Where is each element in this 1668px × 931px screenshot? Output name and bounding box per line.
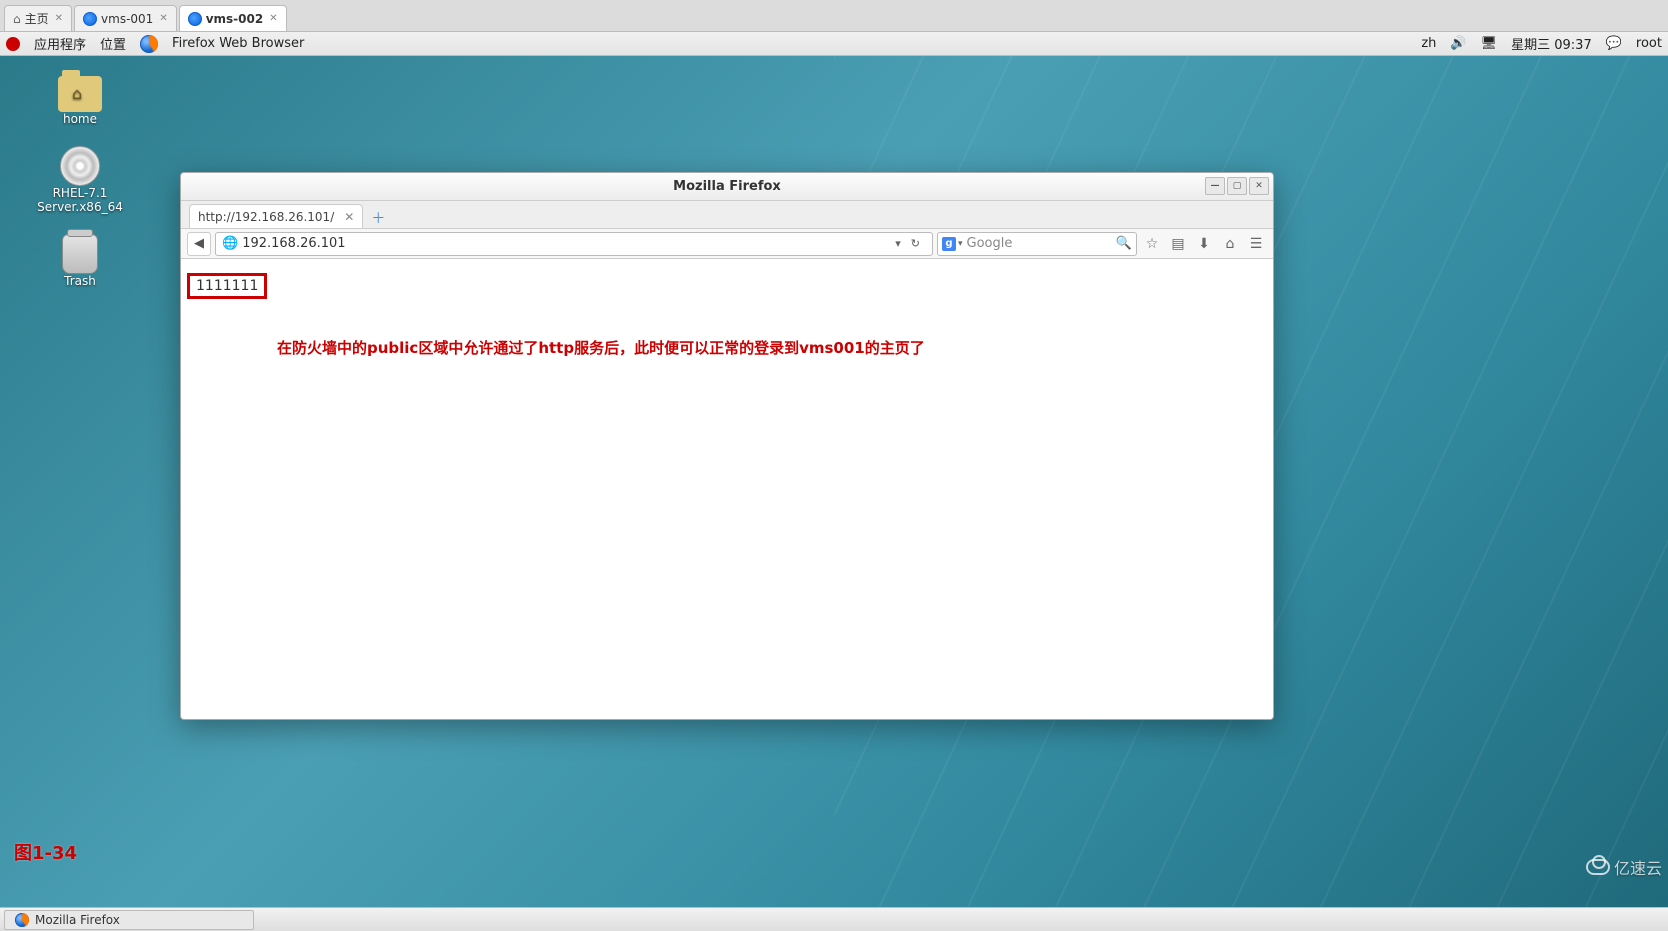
desktop: home RHEL-7.1 Server.x86_64 Trash Mozill…: [0, 56, 1668, 907]
watermark: 亿速云: [1586, 855, 1662, 879]
icon-label: Trash: [64, 274, 96, 288]
browser-tab[interactable]: http://192.168.26.101/ ✕: [189, 204, 363, 228]
rhel-icon: [6, 37, 20, 51]
firefox-icon: [15, 913, 29, 927]
reader-icon[interactable]: ▤: [1167, 233, 1189, 255]
doc-tabs: ⌂ 主页 ✕ vms-001 ✕ vms-002 ✕: [0, 0, 1668, 32]
cloud-icon: [1586, 859, 1610, 875]
firefox-icon: [188, 12, 202, 26]
chevron-down-icon[interactable]: ▾: [958, 239, 963, 249]
firefox-tabstrip: http://192.168.26.101/ ✕ ＋: [181, 201, 1273, 229]
window-titlebar[interactable]: Mozilla Firefox — ▢ ✕: [181, 173, 1273, 201]
folder-icon: [58, 76, 102, 112]
back-button[interactable]: ◀: [187, 232, 211, 256]
notification-icon[interactable]: 💬: [1606, 36, 1622, 51]
close-icon[interactable]: ✕: [55, 13, 63, 24]
desktop-icons: home RHEL-7.1 Server.x86_64 Trash: [20, 76, 140, 288]
doc-tab-label: vms-001: [101, 12, 153, 26]
trash-icon: [62, 234, 98, 274]
desktop-icon-home[interactable]: home: [20, 76, 140, 126]
close-icon[interactable]: ✕: [269, 13, 277, 24]
close-button[interactable]: ✕: [1249, 177, 1269, 195]
running-app-label[interactable]: Firefox Web Browser: [172, 36, 304, 51]
volume-icon[interactable]: 🔊: [1450, 36, 1466, 51]
taskbar-item-firefox[interactable]: Mozilla Firefox: [4, 910, 254, 930]
menu-icon[interactable]: ☰: [1245, 233, 1267, 255]
user-label[interactable]: root: [1636, 36, 1662, 51]
icon-label: home: [63, 112, 97, 126]
annotation-text: 在防火墙中的public区域中允许通过了http服务后，此时便可以正常的登录到v…: [277, 337, 925, 358]
doc-tab-label: vms-002: [206, 12, 264, 26]
doc-tab-home[interactable]: ⌂ 主页 ✕: [4, 5, 72, 31]
icon-label: RHEL-7.1 Server.x86_64: [20, 186, 140, 214]
desktop-icon-disc[interactable]: RHEL-7.1 Server.x86_64: [20, 146, 140, 214]
search-placeholder: Google: [967, 236, 1013, 251]
input-method-indicator[interactable]: zh: [1421, 36, 1436, 51]
close-icon[interactable]: ✕: [344, 210, 354, 224]
watermark-text: 亿速云: [1614, 855, 1662, 879]
new-tab-button[interactable]: ＋: [367, 208, 389, 228]
desktop-icon-trash[interactable]: Trash: [20, 234, 140, 288]
doc-tab-label: 主页: [25, 10, 49, 27]
url-bar[interactable]: 🌐 192.168.26.101 ▾ ↻: [215, 232, 933, 256]
reload-button[interactable]: ↻: [905, 237, 926, 250]
home-icon: ⌂: [13, 12, 21, 26]
firefox-icon: [83, 12, 97, 26]
window-title: Mozilla Firefox: [673, 179, 781, 194]
bookmark-star-icon[interactable]: ☆: [1141, 233, 1163, 255]
network-icon[interactable]: 🖥: [1481, 36, 1498, 51]
page-body-text: 1111111: [187, 273, 267, 299]
close-icon[interactable]: ✕: [159, 13, 167, 24]
figure-caption: 图1-34: [14, 839, 77, 865]
doc-tab-vms001[interactable]: vms-001 ✕: [74, 5, 177, 31]
disc-icon: [60, 146, 100, 186]
google-icon: g: [942, 237, 956, 251]
menu-applications[interactable]: 应用程序: [34, 34, 86, 53]
bottom-taskbar: Mozilla Firefox: [0, 907, 1668, 931]
firefox-launcher-icon[interactable]: [140, 35, 158, 53]
url-text: 192.168.26.101: [242, 236, 345, 251]
menu-places[interactable]: 位置: [100, 34, 126, 53]
firefox-window: Mozilla Firefox — ▢ ✕ http://192.168.26.…: [180, 172, 1274, 720]
gnome-top-panel: 应用程序 位置 Firefox Web Browser zh 🔊 🖥 星期三 0…: [0, 32, 1668, 56]
page-content: 1111111 在防火墙中的public区域中允许通过了http服务后，此时便可…: [181, 259, 1273, 719]
clock[interactable]: 星期三 09:37: [1511, 34, 1592, 53]
taskbar-item-label: Mozilla Firefox: [35, 913, 120, 927]
search-icon[interactable]: 🔍: [1116, 236, 1132, 251]
chevron-down-icon[interactable]: ▾: [895, 237, 901, 250]
minimize-button[interactable]: —: [1205, 177, 1225, 195]
maximize-button[interactable]: ▢: [1227, 177, 1247, 195]
search-bar[interactable]: g ▾ Google 🔍: [937, 232, 1137, 256]
doc-tab-vms002[interactable]: vms-002 ✕: [179, 5, 287, 31]
firefox-toolbar: ◀ 🌐 192.168.26.101 ▾ ↻ g ▾ Google 🔍 ☆ ▤ ⬇…: [181, 229, 1273, 259]
home-icon[interactable]: ⌂: [1219, 233, 1241, 255]
tab-title: http://192.168.26.101/: [198, 210, 334, 224]
downloads-icon[interactable]: ⬇: [1193, 233, 1215, 255]
globe-icon: 🌐: [222, 236, 238, 251]
